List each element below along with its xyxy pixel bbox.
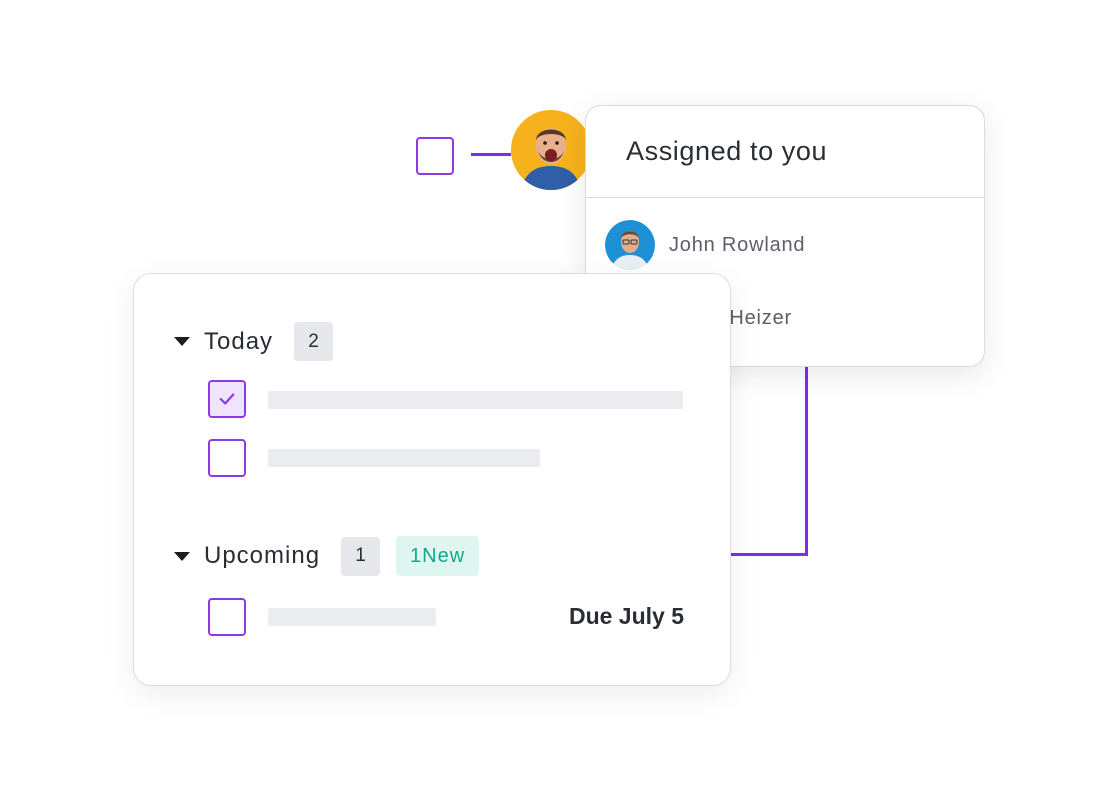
task-placeholder-bar	[268, 391, 683, 409]
caret-down-icon[interactable]	[174, 337, 190, 346]
new-badge: 1New	[396, 536, 480, 576]
task-checkbox-assigned[interactable]	[416, 137, 454, 175]
due-date-label: Due July 5	[568, 603, 684, 629]
checkmark-icon	[219, 393, 235, 405]
task-checkbox[interactable]	[208, 439, 246, 477]
section-upcoming-header: Upcoming 1 1New	[174, 536, 480, 576]
section-today-header: Today 2	[174, 322, 334, 361]
connector-line-top	[471, 153, 511, 156]
illustration-stage: Assigned to you John Rowland Heizer Toda…	[0, 0, 1119, 792]
popover-title: Assigned to you	[626, 136, 828, 166]
section-title-today: Today	[204, 327, 274, 355]
task-checkbox[interactable]	[208, 598, 246, 636]
avatar	[605, 220, 655, 270]
person-avatar-icon	[605, 220, 655, 270]
task-placeholder-bar	[268, 449, 540, 467]
count-badge: 1	[341, 536, 381, 576]
person-avatar-icon	[511, 110, 591, 190]
connector-line-new-vertical	[805, 366, 808, 556]
assignee-option-john-rowland[interactable]: John Rowland	[605, 220, 805, 270]
section-title-upcoming: Upcoming	[204, 542, 321, 569]
popover-divider	[586, 197, 984, 198]
tasks-card: Today 2 Upcoming 1 1New Due July 5	[133, 273, 731, 686]
task-checkbox-checked[interactable]	[208, 380, 246, 418]
assignee-avatar[interactable]	[511, 110, 591, 190]
task-placeholder-bar	[268, 608, 436, 626]
count-badge: 2	[294, 322, 334, 361]
assignee-name: John Rowland	[669, 233, 806, 256]
caret-down-icon[interactable]	[174, 551, 190, 561]
